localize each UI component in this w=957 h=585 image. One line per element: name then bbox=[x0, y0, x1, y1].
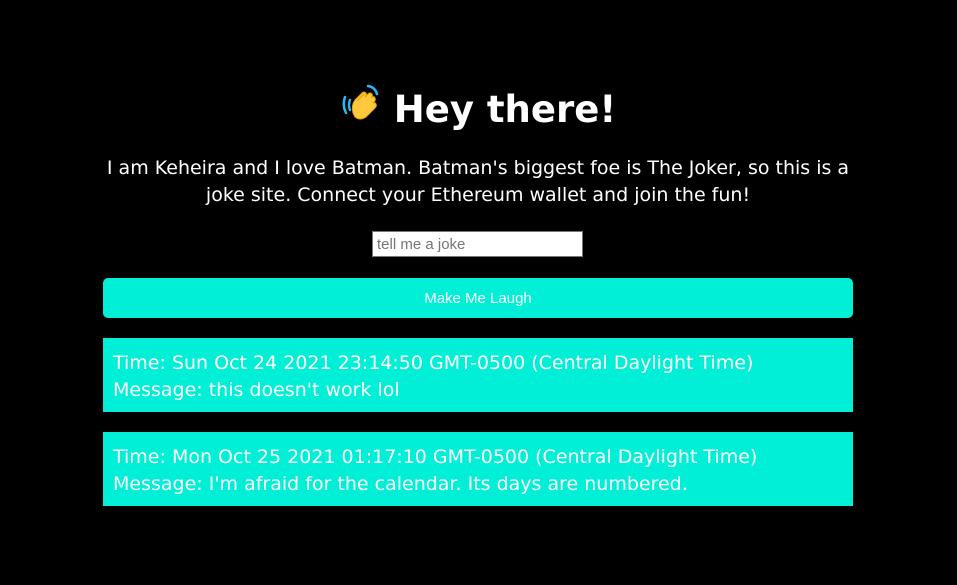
bio-text: I am Keheira and I love Batman. Batman's… bbox=[106, 157, 850, 206]
wave-time: Time: Sun Oct 24 2021 23:14:50 GMT-0500 … bbox=[113, 352, 754, 374]
joke-input[interactable] bbox=[372, 231, 583, 257]
wave-message: Message: this doesn't work lol bbox=[113, 379, 400, 401]
page-title: Hey there! bbox=[393, 88, 617, 131]
wave-card: Time: Sun Oct 24 2021 23:14:50 GMT-0500 … bbox=[103, 338, 853, 412]
wave-time: Time: Mon Oct 25 2021 01:17:10 GMT-0500 … bbox=[113, 446, 758, 468]
waving-hand-icon bbox=[340, 83, 380, 134]
wave-card: Time: Mon Oct 25 2021 01:17:10 GMT-0500 … bbox=[103, 432, 853, 506]
page-header: Hey there! bbox=[103, 83, 853, 137]
wave-message: Message: I'm afraid for the calendar. It… bbox=[113, 473, 688, 495]
make-me-laugh-button[interactable]: Make Me Laugh bbox=[103, 278, 853, 318]
